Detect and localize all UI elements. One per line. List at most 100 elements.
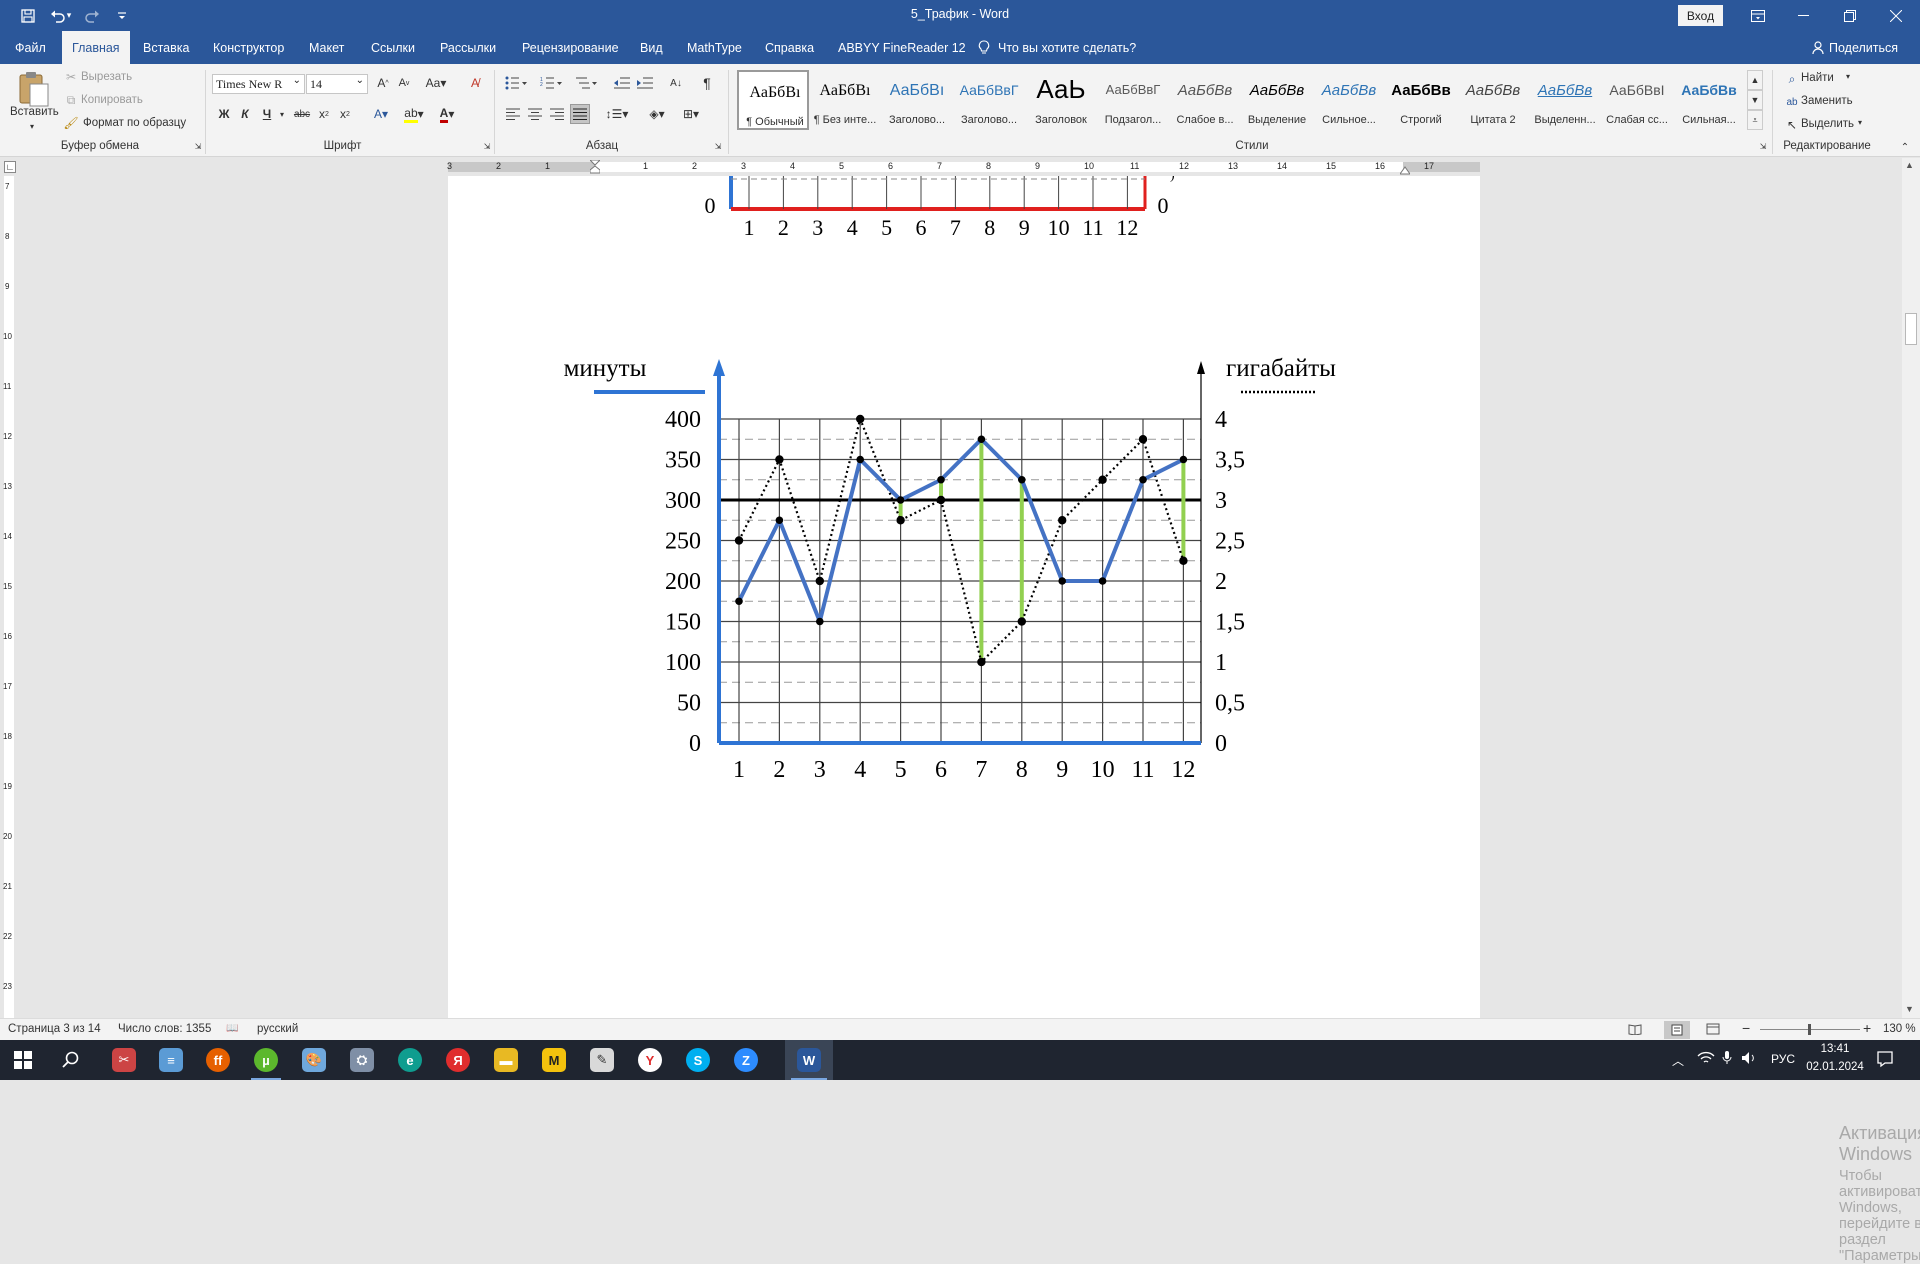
indent-marker-icon[interactable] xyxy=(588,159,602,174)
page-count[interactable]: Страница 3 из 14 xyxy=(8,1023,101,1035)
microphone-icon[interactable] xyxy=(1722,1050,1732,1069)
tab-help[interactable]: Справка xyxy=(755,31,824,64)
restore-icon[interactable] xyxy=(1827,0,1873,31)
multilevel-list-icon[interactable] xyxy=(574,74,600,92)
tab-design[interactable]: Конструктор xyxy=(203,31,294,64)
read-mode-icon[interactable] xyxy=(1628,1023,1642,1038)
find-dropdown-icon[interactable]: ▾ xyxy=(1846,72,1850,81)
tab-view[interactable]: Вид xyxy=(630,31,673,64)
select-button[interactable]: Выделить xyxy=(1801,118,1854,130)
format-painter-button[interactable]: Формат по образцу xyxy=(83,117,186,129)
clock-time[interactable]: 13:41 xyxy=(1806,1043,1864,1055)
pilcrow-icon[interactable]: ¶ xyxy=(698,74,716,92)
styles-launcher-icon[interactable]: ⇲ xyxy=(1758,141,1768,151)
style-intense-quote[interactable]: АаБбВв Выделенн... xyxy=(1529,70,1601,130)
vertical-scrollbar[interactable]: ▲ ▼ xyxy=(1902,158,1920,1018)
app-file-explorer-icon[interactable]: ▬ xyxy=(483,1040,529,1080)
copy-button[interactable]: Копировать xyxy=(81,94,143,106)
find-button[interactable]: Найти xyxy=(1801,72,1834,84)
tell-me-search[interactable]: Что вы хотите сделать? xyxy=(996,31,1138,64)
style-strong[interactable]: АаБбВв Строгий xyxy=(1385,70,1457,130)
font-size-combo[interactable]: 14 ⌄ xyxy=(306,74,368,94)
font-name-combo[interactable]: Times New R ⌄ xyxy=(212,74,305,94)
scroll-down-icon[interactable]: ▼ xyxy=(1905,1004,1914,1014)
web-layout-icon[interactable] xyxy=(1706,1023,1720,1038)
tab-selector-icon[interactable]: ∟ xyxy=(4,161,16,173)
align-left-icon[interactable] xyxy=(504,106,522,122)
tab-abbyy[interactable]: ABBYY FineReader 12 xyxy=(828,31,976,64)
font-launcher-icon[interactable]: ⇲ xyxy=(482,141,492,151)
save-icon[interactable] xyxy=(14,0,42,31)
zoom-slider-thumb[interactable] xyxy=(1808,1024,1811,1035)
app-word-icon[interactable]: W xyxy=(785,1040,833,1080)
tab-mailings[interactable]: Рассылки xyxy=(430,31,506,64)
tab-mathtype[interactable]: MathType xyxy=(677,31,752,64)
style-heading2[interactable]: АаБбВвГ Заголово... xyxy=(953,70,1025,130)
shading-icon[interactable]: ◈▾ xyxy=(643,106,671,122)
tab-references[interactable]: Ссылки xyxy=(361,31,425,64)
redo-icon[interactable] xyxy=(78,0,106,31)
share-button[interactable]: Поделиться xyxy=(1827,31,1900,64)
superscript-icon[interactable]: x2 xyxy=(337,106,353,122)
style-normal[interactable]: АаБбВı ¶ Обычный xyxy=(737,70,809,130)
align-center-icon[interactable] xyxy=(526,106,544,122)
tab-layout[interactable]: Макет xyxy=(299,31,354,64)
print-layout-icon[interactable] xyxy=(1664,1021,1690,1039)
proofing-icon[interactable]: 📖 xyxy=(226,1023,238,1034)
shrink-font-icon[interactable]: Av xyxy=(395,74,413,92)
app-yandex-browser-icon[interactable]: Я xyxy=(435,1040,481,1080)
app-yandex-maps-icon[interactable]: M xyxy=(531,1040,577,1080)
collapse-ribbon-icon[interactable]: ⌃ xyxy=(1898,141,1912,153)
line-spacing-icon[interactable]: ↕☰▾ xyxy=(603,106,631,122)
clock-date[interactable]: 02.01.2024 xyxy=(1806,1061,1864,1073)
undo-dropdown-icon[interactable]: ▾ xyxy=(63,0,75,31)
style-quote[interactable]: АаБбВв Цитата 2 xyxy=(1457,70,1529,130)
strikethrough-icon[interactable]: abc xyxy=(293,106,311,122)
decrease-indent-icon[interactable] xyxy=(613,74,631,92)
right-indent-marker-icon[interactable] xyxy=(1399,164,1411,175)
tab-home[interactable]: Главная xyxy=(62,31,130,64)
minimize-icon[interactable] xyxy=(1781,0,1827,31)
start-button[interactable] xyxy=(0,1040,46,1080)
style-emphasis[interactable]: АаБбВв Выделение xyxy=(1241,70,1313,130)
italic-button[interactable]: К xyxy=(237,106,253,122)
underline-dropdown-icon[interactable]: ▾ xyxy=(277,106,287,122)
justify-icon[interactable] xyxy=(570,104,590,124)
change-case-icon[interactable]: Aa▾ xyxy=(422,74,450,92)
customize-icon[interactable] xyxy=(108,0,136,31)
app-skype-icon[interactable]: S xyxy=(675,1040,721,1080)
underline-button[interactable]: Ч xyxy=(259,106,275,122)
borders-icon[interactable]: ⊞▾ xyxy=(677,106,705,122)
style-title[interactable]: АаЬ Заголовок xyxy=(1025,70,1097,130)
increase-indent-icon[interactable] xyxy=(636,74,654,92)
style-subtitle[interactable]: АаБбВвГ Подзагол... xyxy=(1097,70,1169,130)
volume-icon[interactable] xyxy=(1741,1050,1759,1069)
close-icon[interactable] xyxy=(1873,0,1919,31)
app-snipping-icon[interactable]: ✂ xyxy=(101,1040,147,1080)
scroll-up-icon[interactable]: ▲ xyxy=(1905,160,1914,170)
language[interactable]: русский xyxy=(257,1023,298,1035)
vertical-ruler[interactable]: 7 8 9 10 11 12 13 14 15 16 17 18 19 20 2… xyxy=(0,176,18,1018)
select-dropdown-icon[interactable]: ▾ xyxy=(1858,118,1862,127)
style-intense-emphasis[interactable]: АаБбВв Сильное... xyxy=(1313,70,1385,130)
text-effects-icon[interactable]: A▾ xyxy=(369,106,393,122)
app-zoom-icon[interactable]: Z xyxy=(723,1040,769,1080)
paragraph-launcher-icon[interactable]: ⇲ xyxy=(713,141,723,151)
zoom-out-icon[interactable]: − xyxy=(1742,1020,1750,1036)
style-no-spacing[interactable]: АаБбВı ¶ Без инте... xyxy=(809,70,881,130)
notifications-icon[interactable] xyxy=(1876,1050,1894,1071)
ribbon-display-icon[interactable] xyxy=(1735,0,1781,31)
word-count[interactable]: Число слов: 1355 xyxy=(118,1023,211,1035)
subscript-icon[interactable]: x2 xyxy=(316,106,332,122)
tab-insert[interactable]: Вставка xyxy=(133,31,199,64)
horizontal-ruler[interactable]: ∟ 3 2 1 1 2 3 4 5 6 7 8 9 10 11 12 13 14… xyxy=(0,158,1920,176)
search-icon[interactable] xyxy=(48,1040,94,1080)
styles-more-icon[interactable]: ⩡ xyxy=(1747,110,1763,130)
app-firefox-icon[interactable]: ff xyxy=(195,1040,241,1080)
highlight-icon[interactable]: ab ▾ xyxy=(400,106,428,123)
app-yandex-icon[interactable]: Y xyxy=(627,1040,673,1080)
cut-button[interactable]: Вырезать xyxy=(81,71,132,83)
paste-dropdown-icon[interactable]: ▾ xyxy=(30,122,34,131)
scrollbar-thumb[interactable] xyxy=(1905,313,1917,345)
style-subtle-emphasis[interactable]: АаБбВв Слабое в... xyxy=(1169,70,1241,130)
